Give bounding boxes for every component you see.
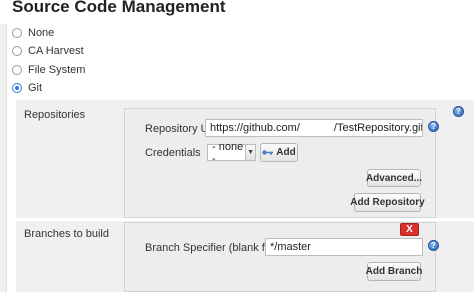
repository-url-end: /TestRepository.git	[333, 122, 423, 134]
page-title: Source Code Management	[12, 0, 226, 16]
branch-panel	[124, 222, 436, 292]
repositories-label: Repositories	[24, 109, 86, 121]
scm-option-ca-harvest[interactable]: CA Harvest	[12, 43, 84, 59]
add-branch-button[interactable]: Add Branch	[366, 262, 422, 281]
delete-branch-button[interactable]: X	[400, 223, 419, 236]
radio-button[interactable]	[12, 65, 22, 75]
scm-option-git[interactable]: Git	[12, 80, 42, 96]
scm-option-label: File System	[28, 64, 86, 76]
key-icon	[262, 149, 274, 156]
radio-button[interactable]	[12, 46, 22, 56]
add-credentials-button[interactable]: Add	[260, 143, 298, 162]
close-icon: X	[406, 224, 413, 235]
radio-button[interactable]	[12, 83, 22, 93]
scm-option-file-system[interactable]: File System	[12, 62, 85, 78]
branches-label: Branches to build	[24, 228, 109, 240]
help-icon[interactable]: ?	[428, 121, 439, 132]
repository-url-start: https://github.com/	[210, 122, 300, 134]
credentials-label: Credentials	[145, 147, 201, 159]
help-icon[interactable]: ?	[428, 240, 439, 251]
add-credentials-label: Add	[276, 147, 296, 158]
scm-option-label: Git	[28, 82, 43, 94]
scm-option-label: CA Harvest	[28, 45, 84, 57]
branch-specifier-input[interactable]: */master	[265, 238, 423, 256]
credentials-value: - none -	[212, 140, 244, 165]
scm-option-label: None	[28, 27, 55, 39]
radio-button[interactable]	[12, 28, 22, 38]
chevron-down-icon: ▼	[245, 145, 255, 160]
repository-url-input[interactable]: https://github.com/ /TestRepository.git	[205, 119, 423, 137]
advanced-button[interactable]: Advanced...	[366, 169, 422, 187]
add-repository-button[interactable]: Add Repository	[350, 193, 425, 212]
scm-option-none[interactable]: None	[12, 25, 54, 41]
credentials-select[interactable]: - none - ▼	[207, 141, 256, 165]
help-icon[interactable]: ?	[453, 106, 464, 117]
section-left-border	[0, 24, 7, 292]
